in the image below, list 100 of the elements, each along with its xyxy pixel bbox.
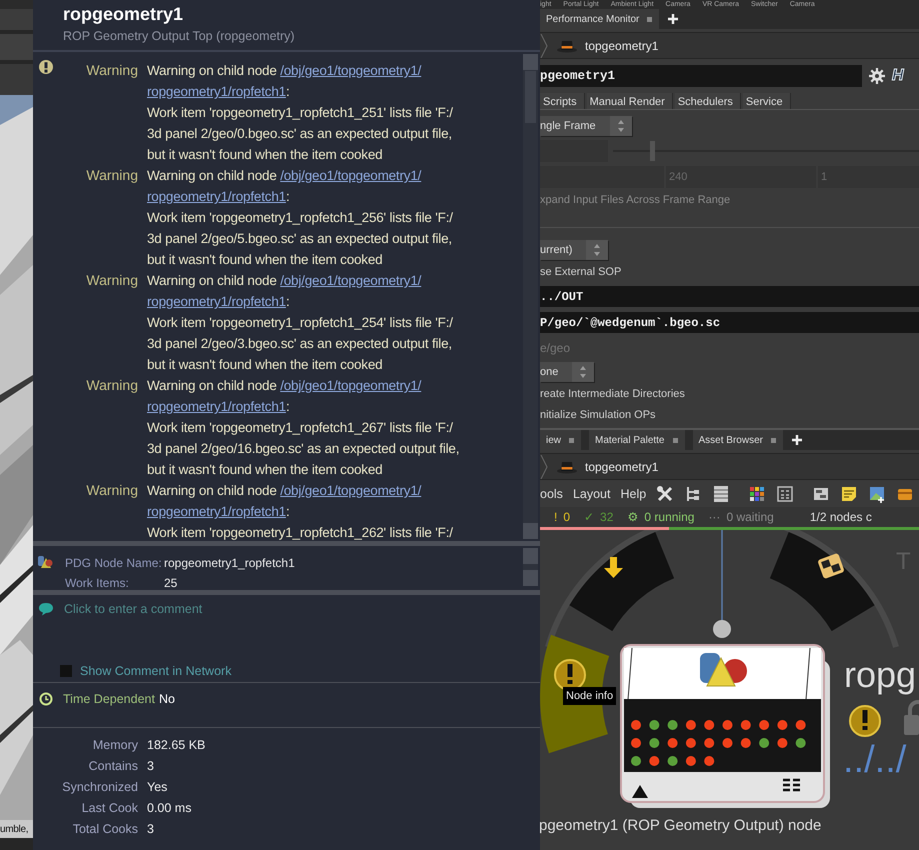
node-link[interactable]: /obj/geo1/topgeometry1/	[280, 63, 422, 78]
dropdown[interactable]: ngle Frame	[540, 116, 632, 136]
work-item-dot[interactable]	[649, 738, 660, 748]
dropdown[interactable]: urrent)	[540, 240, 608, 260]
pane-tab[interactable]: iew	[540, 430, 582, 450]
work-item-dot[interactable]	[722, 738, 732, 748]
status-count: 0 waiting	[726, 510, 774, 524]
down-arrow-icon	[604, 557, 623, 578]
work-item-dot[interactable]	[759, 720, 770, 730]
work-item-dot[interactable]	[796, 738, 806, 748]
work-item-dot[interactable]	[631, 738, 641, 748]
warning-message: Warning on child node /obj/geo1/topgeometry1/ ropgeometry1/ropfetch1: Work item 'ropgeometry1_ropfetch1_262' lists file 'F:/	[147, 482, 454, 541]
work-item-dot[interactable]	[796, 720, 806, 730]
shapes-icon	[700, 653, 747, 686]
work-item-dot[interactable]	[668, 720, 678, 730]
grid-icon[interactable]	[776, 485, 794, 503]
node-link[interactable]: ropgeometry1/ropfetch1	[147, 294, 286, 309]
work-item-dot[interactable]	[704, 720, 714, 730]
work-item-dot[interactable]	[686, 720, 696, 730]
pane-tab[interactable]: Performance Monitor	[540, 9, 660, 29]
node-link[interactable]: ropgeometry1/ropfetch1	[147, 399, 286, 414]
status-glyph: ···	[708, 510, 720, 524]
path-button[interactable]: topgeometry1	[548, 38, 658, 52]
work-item-dot[interactable]	[686, 756, 696, 766]
field-label: Time Dependent	[63, 692, 155, 706]
work-item-dot[interactable]	[631, 756, 641, 766]
input-port[interactable]	[713, 620, 731, 638]
parameter-label: se External SOP	[540, 265, 622, 280]
stat-label: Total Cooks	[72, 821, 138, 838]
warning-icon	[38, 59, 54, 75]
status-glyph: !	[554, 510, 558, 524]
path-button[interactable]: topgeometry1	[548, 460, 658, 474]
work-item-dot[interactable]	[759, 738, 770, 748]
text-field[interactable]: ../OUT	[540, 286, 919, 307]
triangle-icon[interactable]	[632, 785, 648, 798]
warning-message: Warning on child node /obj/geo1/topgeometry1/ ropgeometry1/ropfetch1: Work item 'ropgeometry1_ropfetch1_267' lists file 'F:/ 3d panel 2/geo/16.bgeo.sc' as an expected output file, but it wasn't found when the item cooked	[147, 377, 460, 479]
sticky-note-icon[interactable]	[840, 485, 858, 503]
tools-icon[interactable]	[656, 485, 674, 503]
stat-label: Memory	[92, 737, 138, 754]
close-icon[interactable]	[568, 436, 576, 444]
work-item-dot[interactable]	[777, 720, 788, 730]
node-link[interactable]: /obj/geo1/topgeometry1/	[280, 168, 422, 183]
work-item-dot[interactable]	[649, 756, 660, 766]
close-icon[interactable]	[770, 436, 777, 444]
close-icon[interactable]	[646, 16, 654, 22]
gear-icon[interactable]	[868, 67, 886, 85]
checkbox[interactable]	[60, 665, 72, 677]
menu-item[interactable]: Help	[620, 487, 646, 501]
updown-arrow-icon	[579, 365, 588, 379]
pane-tab[interactable]: Asset Browser	[692, 430, 783, 450]
warning-message: Warning on child node /obj/geo1/topgeometry1/ ropgeometry1/ropfetch1: Work item 'ropgeometry1_ropfetch1_251' lists file 'F:/ 3d panel 2/geo/0.bgeo.sc' as an expected output file, but it wasn't found when the item cooked	[147, 62, 454, 164]
node-link[interactable]: ropgeometry1/ropfetch1	[147, 84, 286, 99]
menu-item[interactable]: Layout	[572, 487, 610, 501]
ring-segment[interactable]	[770, 532, 875, 632]
hat-icon	[556, 460, 578, 474]
warning-message: Warning on child node /obj/geo1/topgeometry1/ ropgeometry1/ropfetch1: Work item 'ropgeometry1_ropfetch1_254' lists file 'F:/ 3d panel 2/geo/3.bgeo.sc' as an expected output file, but it wasn't found when the item cooked	[147, 272, 454, 374]
dropdown[interactable]: one	[540, 362, 594, 382]
param-tab[interactable]: Schedulers	[674, 93, 741, 110]
text-field[interactable]: P/geo/`@wedgenum`.bgeo.sc	[540, 312, 919, 333]
work-item-dot[interactable]	[740, 720, 751, 730]
parameter-label: xpand Input Files Across Frame Range	[540, 193, 730, 208]
severity-label: Warning	[86, 271, 138, 290]
node-tile[interactable]	[620, 644, 830, 808]
network-box-icon[interactable]	[812, 485, 830, 503]
menu-item[interactable]: ools	[540, 487, 563, 501]
chevron-icon	[540, 34, 548, 58]
node-link[interactable]: /obj/geo1/topgeometry1/	[280, 483, 422, 498]
work-item-dot[interactable]	[740, 738, 751, 748]
scroll-bar[interactable]	[523, 54, 538, 539]
slider-thumb[interactable]	[650, 141, 655, 162]
plus-icon[interactable]	[790, 434, 803, 446]
warning-icon[interactable]	[849, 705, 881, 737]
close-icon[interactable]	[672, 436, 678, 444]
list-icon[interactable]	[712, 485, 730, 503]
param-tab[interactable]: Scripts	[540, 93, 585, 110]
work-item-dot[interactable]	[686, 738, 696, 748]
node-name-field[interactable]: pgeometry1	[540, 65, 862, 87]
work-item-dot[interactable]	[668, 756, 678, 766]
work-item-dot[interactable]	[722, 720, 732, 730]
work-item-dot[interactable]	[668, 738, 678, 748]
pane-tab[interactable]: Material Palette	[589, 430, 684, 450]
param-tab[interactable]: Manual Render	[586, 93, 673, 110]
comment-field[interactable]: Click to enter a comment	[64, 600, 464, 618]
text-field[interactable]: e/geo	[540, 337, 919, 358]
plus-icon[interactable]	[667, 13, 680, 25]
param-tab[interactable]: Service	[742, 93, 791, 110]
stat-value: 0.00 ms	[147, 800, 192, 817]
work-item-dot[interactable]	[777, 738, 788, 748]
node-link[interactable]: ropgeometry1/ropfetch1	[147, 504, 286, 519]
list-icon[interactable]	[782, 778, 802, 792]
scroll-bar[interactable]	[523, 548, 538, 586]
node-link[interactable]: ropgeometry1/ropfetch1	[147, 189, 286, 204]
node-link[interactable]: /obj/geo1/topgeometry1/	[280, 273, 422, 288]
work-item-dot[interactable]	[649, 720, 660, 730]
work-item-dot[interactable]	[631, 720, 641, 730]
work-item-dot[interactable]	[704, 738, 714, 748]
color-grid-icon[interactable]	[748, 485, 766, 503]
image-icon[interactable]	[868, 485, 886, 503]
work-item-dot[interactable]	[704, 756, 714, 766]
node-link[interactable]: /obj/geo1/topgeometry1/	[280, 378, 422, 393]
